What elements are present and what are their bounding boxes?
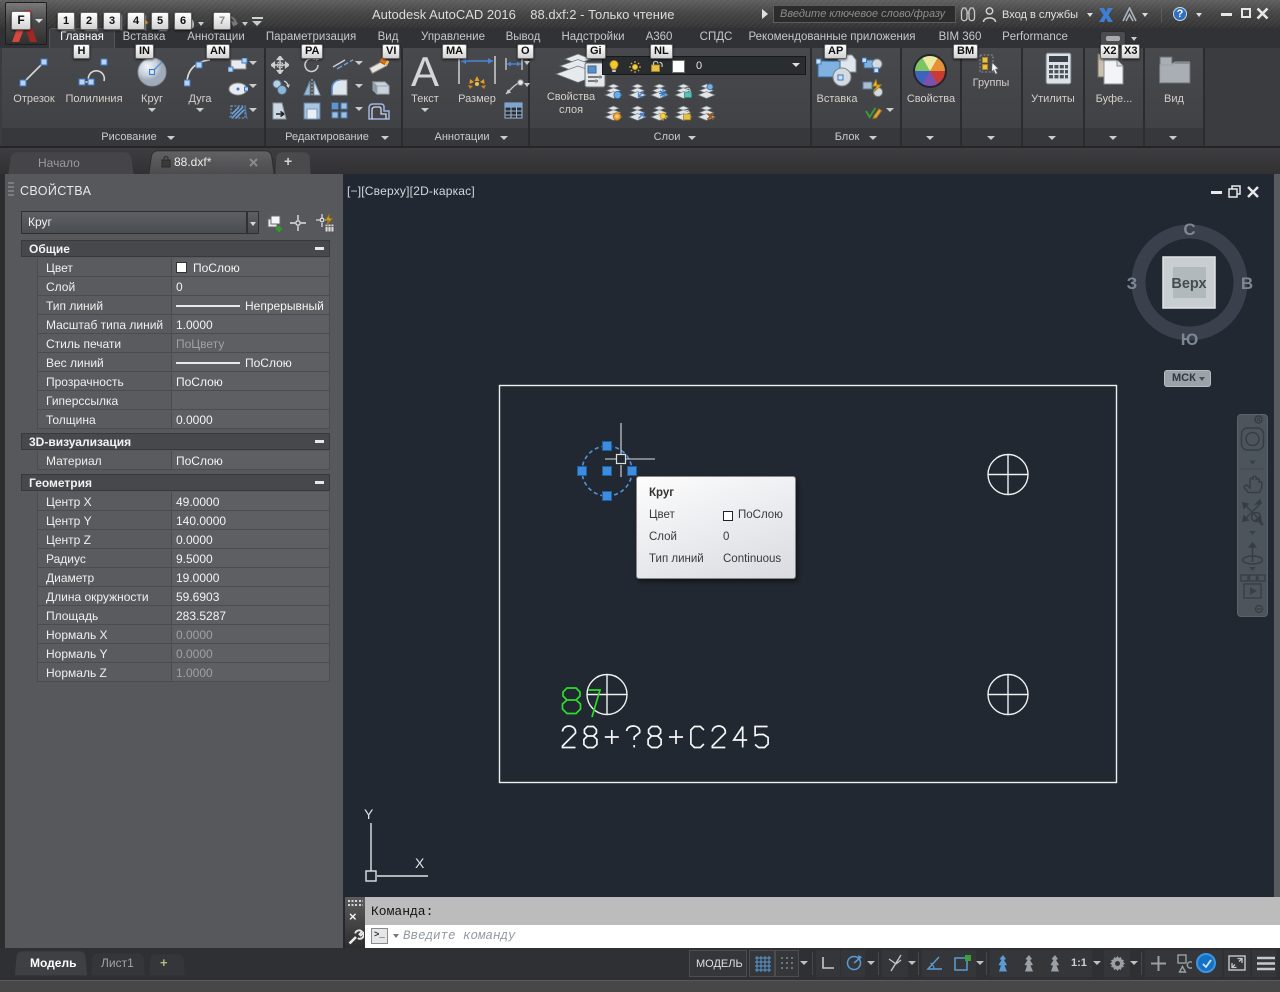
svg-text:Y: Y xyxy=(364,806,374,822)
svg-text:X: X xyxy=(415,855,425,871)
